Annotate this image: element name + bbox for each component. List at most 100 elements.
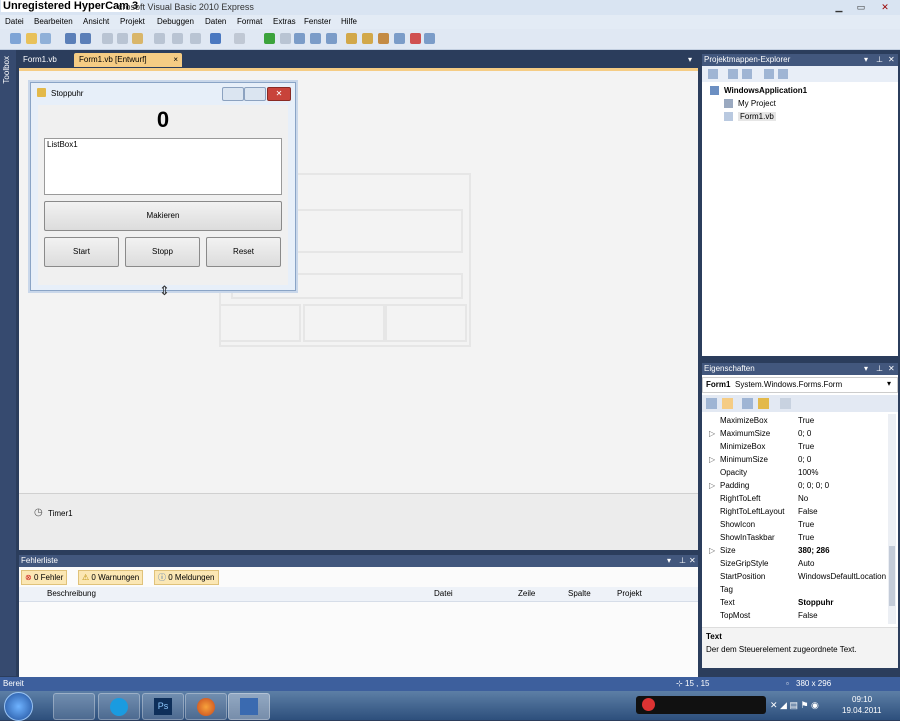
view-designer-icon[interactable] [778, 69, 788, 79]
form-maximize-icon[interactable] [244, 87, 266, 101]
taskbar-explorer-icon[interactable] [53, 693, 95, 720]
property-row[interactable]: StartPosition WindowsDefaultLocation [702, 570, 890, 583]
stop-button[interactable]: Stopp [125, 237, 200, 267]
toolbox-icon[interactable] [394, 33, 405, 44]
events-icon[interactable] [758, 398, 769, 409]
start-button-icon[interactable] [4, 692, 33, 721]
tree-item-my-project[interactable]: My Project [738, 99, 776, 108]
copy-icon[interactable] [117, 33, 128, 44]
pin-icon[interactable]: ⊥ [876, 55, 883, 64]
toolbox-strip[interactable]: Toolbox [0, 50, 16, 676]
column-beschreibung[interactable]: Beschreibung [47, 588, 96, 600]
clock-date[interactable]: 19.04.2011 [842, 706, 881, 715]
makieren-button[interactable]: Makieren [44, 201, 282, 231]
tray-icons[interactable]: ✕ ◢ ▤ ⚑ ◉ [770, 700, 819, 711]
taskbar-firefox-icon[interactable] [185, 693, 227, 720]
property-row[interactable]: ShowInTaskbar True [702, 531, 890, 544]
view-code-icon[interactable] [764, 69, 774, 79]
column-zeile[interactable]: Zeile [518, 588, 535, 600]
property-row-selected[interactable]: Text Stoppuhr [702, 596, 890, 609]
properties-view-icon[interactable] [742, 398, 753, 409]
maximize-icon[interactable]: ▭ [852, 2, 870, 13]
form-minimize-icon[interactable] [222, 87, 244, 101]
step-over-icon[interactable] [310, 33, 321, 44]
start-page-icon[interactable] [410, 33, 421, 44]
property-row[interactable]: ▷ MaximumSize 0; 0 [702, 427, 890, 440]
clock-time[interactable]: 09:10 [852, 695, 872, 704]
close-panel-icon[interactable]: ✕ [888, 364, 895, 373]
start-debug-icon[interactable] [264, 33, 275, 44]
minimize-icon[interactable]: ▁ [830, 2, 848, 13]
pin-icon[interactable]: ⊥ [679, 556, 686, 565]
redo-icon[interactable] [234, 33, 245, 44]
save-icon[interactable] [65, 33, 76, 44]
stop-icon[interactable] [280, 33, 291, 44]
categorized-icon[interactable] [706, 398, 717, 409]
hypercam-tray[interactable] [636, 696, 766, 714]
property-pages-icon[interactable] [780, 398, 791, 409]
uncomment-icon[interactable] [172, 33, 183, 44]
property-row[interactable]: Tag [702, 583, 890, 596]
add-item-icon[interactable] [40, 33, 51, 44]
tree-item-form1[interactable]: Form1.vb [738, 112, 776, 121]
indent-icon[interactable] [190, 33, 201, 44]
menu-debuggen[interactable]: Debuggen [157, 17, 194, 26]
tab-form1-design[interactable]: Form1.vb [Entwurf] × [74, 53, 182, 67]
tab-form1-code[interactable]: Form1.vb [18, 53, 62, 67]
close-tab-icon[interactable]: × [173, 53, 178, 67]
properties-icon[interactable] [362, 33, 373, 44]
property-row[interactable]: MinimizeBox True [702, 440, 890, 453]
properties-icon[interactable] [708, 69, 718, 79]
menu-datei[interactable]: Datei [5, 17, 24, 26]
paste-icon[interactable] [132, 33, 143, 44]
form-stoppuhr[interactable]: Stoppuhr ✕ 0 ListBox1 Makieren Start Sto… [30, 82, 296, 291]
new-project-icon[interactable] [10, 33, 21, 44]
panel-dropdown-icon[interactable]: ▾ [864, 55, 868, 64]
solution-explorer-icon[interactable] [346, 33, 357, 44]
property-row[interactable]: RightToLeft No [702, 492, 890, 505]
form-close-icon[interactable]: ✕ [267, 87, 291, 101]
object-browser-icon[interactable] [378, 33, 389, 44]
menu-format[interactable]: Format [237, 17, 262, 26]
scrollbar-thumb[interactable] [889, 546, 895, 606]
panel-dropdown-icon[interactable]: ▾ [667, 556, 671, 565]
panel-dropdown-icon[interactable]: ▾ [864, 364, 868, 373]
property-row[interactable]: RightToLeftLayout False [702, 505, 890, 518]
property-row[interactable]: SizeGripStyle Auto [702, 557, 890, 570]
step-out-icon[interactable] [326, 33, 337, 44]
save-all-icon[interactable] [80, 33, 91, 44]
menu-bearbeiten[interactable]: Bearbeiten [34, 17, 73, 26]
property-row[interactable]: ▷ MinimumSize 0; 0 [702, 453, 890, 466]
column-projekt[interactable]: Projekt [617, 588, 642, 600]
taskbar-visualbasic-icon[interactable] [228, 693, 270, 720]
property-row[interactable]: Opacity 100% [702, 466, 890, 479]
taskbar-photoshop-icon[interactable]: Ps [142, 693, 184, 720]
close-icon[interactable]: ✕ [876, 2, 894, 13]
refresh-icon[interactable] [742, 69, 752, 79]
reset-button[interactable]: Reset [206, 237, 281, 267]
menu-hilfe[interactable]: Hilfe [341, 17, 357, 26]
tab-dropdown-icon[interactable]: ▾ [688, 55, 692, 64]
object-selector[interactable]: Form1 System.Windows.Forms.Form ▾ [702, 377, 898, 393]
alphabetical-icon[interactable] [722, 398, 733, 409]
comment-icon[interactable] [154, 33, 165, 44]
solution-node[interactable]: WindowsApplication1 [724, 86, 807, 95]
undo-icon[interactable] [210, 33, 221, 44]
close-panel-icon[interactable]: ✕ [689, 556, 696, 565]
toolbox-label[interactable]: Toolbox [2, 56, 11, 84]
menu-projekt[interactable]: Projekt [120, 17, 145, 26]
show-all-files-icon[interactable] [728, 69, 738, 79]
properties-scrollbar[interactable] [888, 414, 896, 624]
extensions-icon[interactable] [424, 33, 435, 44]
listbox1[interactable]: ListBox1 [44, 138, 282, 195]
menu-daten[interactable]: Daten [205, 17, 226, 26]
menu-fenster[interactable]: Fenster [304, 17, 331, 26]
errors-filter-button[interactable]: ⊗ 0 Fehler [21, 570, 68, 585]
pin-icon[interactable]: ⊥ [876, 364, 883, 373]
property-row[interactable]: ▷ Size 380; 286 [702, 544, 890, 557]
menu-extras[interactable]: Extras [273, 17, 296, 26]
close-panel-icon[interactable]: ✕ [888, 55, 895, 64]
column-spalte[interactable]: Spalte [568, 588, 591, 600]
taskbar-skype-icon[interactable] [98, 693, 140, 720]
cut-icon[interactable] [102, 33, 113, 44]
